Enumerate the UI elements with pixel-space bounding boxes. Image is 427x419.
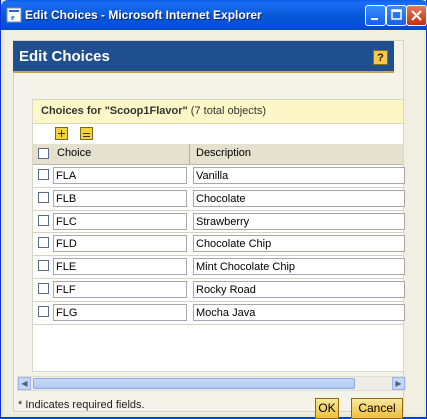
description-field[interactable]: Mint Chocolate Chip (193, 258, 405, 276)
description-field[interactable]: Chocolate Chip (193, 235, 405, 253)
table-body: FLA Vanilla FLB Chocolate FLC Strawberry FLD Ch… (33, 165, 405, 325)
required-fields-note: * Indicates required fields. (18, 399, 145, 411)
svg-text:e: e (11, 13, 15, 22)
row-checkbox[interactable] (38, 260, 49, 272)
help-icon[interactable]: ? (373, 50, 388, 65)
choices-table: Choice Description FLA Vanilla FLB Chocolat… (33, 144, 405, 325)
choice-field[interactable]: FLD (53, 235, 187, 253)
choices-panel: Choices for "Scoop1Flavor" (7 total obje… (32, 99, 405, 372)
expand-all-icon[interactable] (55, 127, 68, 140)
table-row: FLD Chocolate Chip (33, 233, 405, 257)
scroll-thumb[interactable] (33, 378, 355, 389)
horizontal-scrollbar[interactable]: ◀ ▶ (17, 376, 406, 391)
title-bar[interactable]: e Edit Choices - Microsoft Internet Expl… (1, 0, 427, 30)
row-checkbox[interactable] (38, 169, 49, 180)
choice-field[interactable]: FLE (53, 258, 187, 276)
row-checkbox[interactable] (38, 282, 49, 294)
row-checkbox[interactable] (38, 214, 49, 226)
ok-button[interactable]: OK (315, 398, 339, 419)
column-header-choice[interactable]: Choice (57, 147, 91, 159)
close-button[interactable] (406, 5, 427, 26)
table-row: FLF Rocky Road (33, 279, 405, 302)
row-checkbox[interactable] (38, 305, 49, 317)
description-field[interactable]: Mocha Java (193, 303, 405, 321)
page-title: Edit Choices (19, 48, 110, 65)
table-row: FLG Mocha Java (33, 302, 405, 325)
table-row: FLA Vanilla (33, 165, 405, 188)
panel-title-count: (7 total objects) (187, 105, 267, 117)
panel-title-prefix: Choices for (41, 105, 105, 117)
page-header: Edit Choices ? (13, 41, 394, 73)
close-icon (411, 10, 422, 21)
choice-field[interactable]: FLG (53, 303, 187, 321)
row-checkbox[interactable] (38, 191, 49, 203)
description-field[interactable]: Chocolate (193, 189, 405, 207)
choice-field[interactable]: FLF (53, 280, 187, 298)
cancel-button[interactable]: Cancel (351, 398, 403, 419)
minimize-icon (371, 18, 378, 20)
window-content: Edit Choices ? Choices for "Scoop1Flavor… (5, 30, 424, 419)
description-field[interactable]: Rocky Road (193, 280, 405, 298)
maximize-icon (391, 9, 402, 20)
panel-title-name: "Scoop1Flavor" (104, 105, 188, 117)
row-checkbox[interactable] (38, 237, 49, 249)
column-header-description[interactable]: Description (196, 147, 251, 159)
scroll-left-button[interactable]: ◀ (18, 377, 31, 390)
table-toolbar (33, 124, 403, 144)
window-title: Edit Choices - Microsoft Internet Explor… (25, 8, 262, 22)
column-divider (189, 144, 190, 164)
choice-field[interactable]: FLC (53, 212, 187, 230)
choice-field[interactable]: FLB (53, 189, 187, 207)
description-field[interactable]: Vanilla (193, 167, 405, 184)
description-field[interactable]: Strawberry (193, 212, 405, 230)
panel-title: Choices for "Scoop1Flavor" (7 total obje… (33, 100, 403, 124)
select-all-checkbox[interactable] (38, 148, 49, 159)
table-header-row: Choice Description (33, 144, 403, 165)
ie-icon: e (6, 7, 22, 23)
table-row: FLE Mint Chocolate Chip (33, 256, 405, 279)
table-row: FLB Chocolate (33, 188, 405, 211)
minimize-button[interactable] (365, 5, 386, 26)
maximize-button[interactable] (386, 5, 407, 26)
collapse-all-icon[interactable] (80, 127, 93, 140)
choice-field[interactable]: FLA (53, 167, 187, 184)
table-row: FLC Strawberry (33, 211, 405, 234)
scroll-right-button[interactable]: ▶ (392, 377, 405, 390)
window: e Edit Choices - Microsoft Internet Expl… (0, 0, 427, 419)
